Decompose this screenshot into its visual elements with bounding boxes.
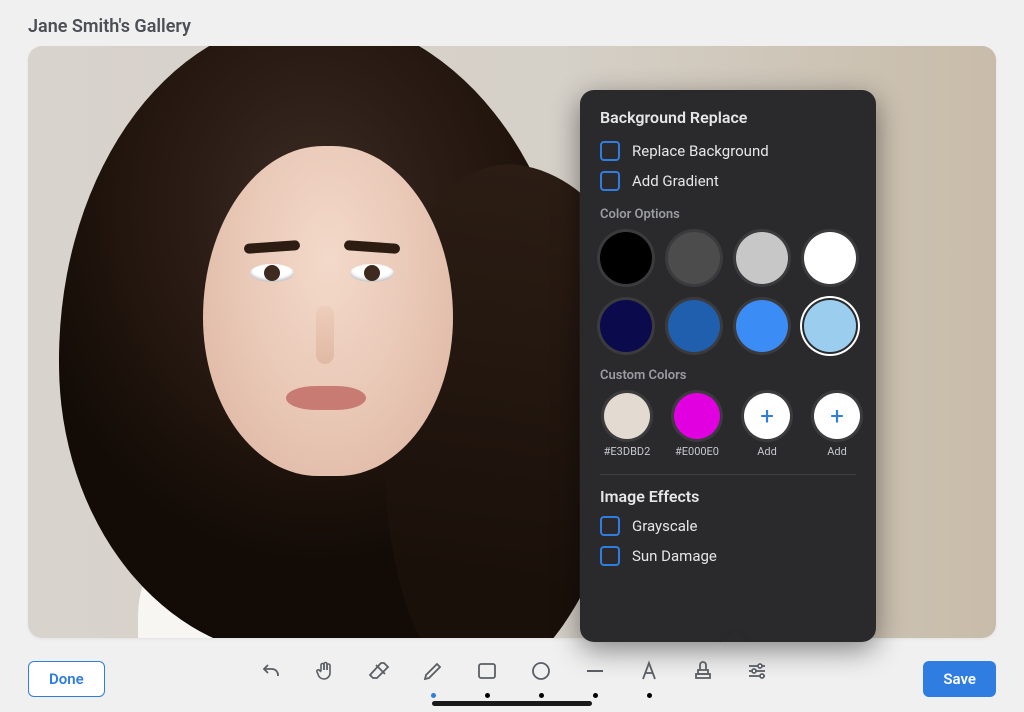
background-replace-popover: Background Replace Replace Background Ad… (580, 90, 876, 642)
color-swatch[interactable] (600, 300, 652, 352)
custom-color-item[interactable]: #E000E0 (670, 393, 724, 458)
image-effects-title: Image Effects (600, 487, 856, 506)
checkbox-icon (600, 546, 620, 566)
color-swatch (674, 393, 720, 439)
tool-strip (105, 659, 924, 699)
app-root: Jane Smith's Gallery Background Replace … (0, 0, 1024, 712)
indicator-dot (485, 693, 490, 698)
text-icon (637, 659, 661, 687)
plus-icon: + (814, 393, 860, 439)
color-swatch[interactable] (668, 300, 720, 352)
checkbox-label: Add Gradient (632, 172, 719, 190)
indicator-dot (647, 693, 652, 698)
plus-icon: + (744, 393, 790, 439)
text-tool[interactable] (634, 659, 664, 699)
sun-damage-checkbox[interactable]: Sun Damage (600, 546, 856, 566)
custom-color-label: Add (827, 445, 847, 458)
checkbox-icon (600, 141, 620, 161)
color-options-grid (600, 232, 856, 352)
pencil-icon (421, 659, 445, 687)
add-custom-color[interactable]: + Add (740, 393, 794, 458)
pan-icon (313, 659, 337, 687)
checkbox-label: Sun Damage (632, 547, 717, 565)
color-swatch[interactable] (668, 232, 720, 284)
custom-color-item[interactable]: #E3DBD2 (600, 393, 654, 458)
rectangle-tool[interactable] (472, 659, 502, 699)
color-options-label: Color Options (600, 207, 856, 222)
indicator-dot (593, 693, 598, 698)
checkbox-icon (600, 516, 620, 536)
pan-tool[interactable] (310, 659, 340, 699)
color-swatch[interactable] (804, 300, 856, 352)
custom-color-label: #E3DBD2 (604, 445, 651, 458)
custom-colors-label: Custom Colors (600, 368, 856, 383)
stamp-tool[interactable] (688, 659, 718, 699)
stamp-icon (691, 659, 715, 687)
eraser-icon (367, 659, 391, 687)
line-icon (583, 659, 607, 687)
circle-tool[interactable] (526, 659, 556, 699)
replace-background-checkbox[interactable]: Replace Background (600, 141, 856, 161)
checkbox-icon (600, 171, 620, 191)
save-button[interactable]: Save (923, 661, 996, 697)
undo-icon (259, 659, 283, 687)
eraser-tool[interactable] (364, 659, 394, 699)
pencil-tool[interactable] (418, 659, 448, 699)
color-swatch[interactable] (736, 232, 788, 284)
color-swatch[interactable] (736, 300, 788, 352)
add-custom-color[interactable]: + Add (810, 393, 864, 458)
color-swatch (604, 393, 650, 439)
grayscale-checkbox[interactable]: Grayscale (600, 516, 856, 536)
line-tool[interactable] (580, 659, 610, 699)
custom-color-label: #E000E0 (675, 445, 719, 458)
divider (600, 474, 856, 475)
popover-title: Background Replace (600, 108, 856, 127)
color-swatch[interactable] (600, 232, 652, 284)
circle-icon (529, 659, 553, 687)
undo-tool[interactable] (256, 659, 286, 699)
adjustments-tool[interactable] (742, 659, 772, 699)
indicator-dot (539, 693, 544, 698)
color-swatch[interactable] (804, 232, 856, 284)
indicator-dot (431, 693, 436, 698)
done-button[interactable]: Done (28, 661, 105, 697)
checkbox-label: Grayscale (632, 517, 698, 535)
checkbox-label: Replace Background (632, 142, 769, 160)
custom-colors-grid: #E3DBD2#E000E0+Add+Add (600, 393, 856, 458)
rectangle-icon (475, 659, 499, 687)
home-indicator (432, 701, 592, 706)
page-title: Jane Smith's Gallery (28, 16, 191, 37)
custom-color-label: Add (757, 445, 777, 458)
adjustments-icon (745, 659, 769, 687)
add-gradient-checkbox[interactable]: Add Gradient (600, 171, 856, 191)
